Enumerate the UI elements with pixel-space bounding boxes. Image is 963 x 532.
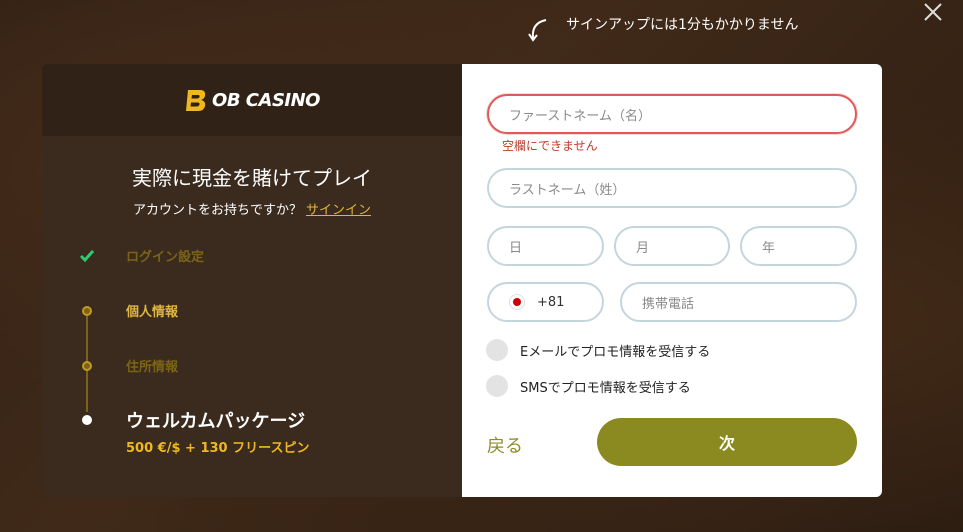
phone-placeholder: 携帯電話 bbox=[642, 296, 695, 312]
first-name-placeholder: ファーストネーム（名） bbox=[509, 108, 651, 124]
signup-hint-text: サインアップには1分もかかりません bbox=[566, 17, 799, 33]
close-icon[interactable] bbox=[921, 0, 945, 24]
headline: 実際に現金を賭けてプレイ bbox=[132, 166, 372, 190]
step-label: ログイン設定 bbox=[126, 250, 205, 265]
back-button[interactable]: 戻る bbox=[487, 432, 523, 458]
step-login-settings: ログイン設定 bbox=[78, 246, 204, 265]
logo-text: OB CASINO bbox=[212, 89, 320, 111]
country-code-value: +81 bbox=[537, 294, 565, 310]
step-address-info: 住所情報 bbox=[78, 356, 178, 375]
account-question: アカウントをお持ちですか？ bbox=[132, 203, 302, 218]
signup-modal: OB CASINO 実際に現金を賭けてプレイ アカウントをお持ちですか？ サインイ… bbox=[42, 64, 882, 497]
bob-casino-logo: OB CASINO bbox=[184, 87, 320, 113]
step-dot-icon bbox=[82, 415, 92, 425]
sms-promo-label: SMSでプロモ情報を受信する bbox=[520, 380, 691, 396]
step-dot-icon bbox=[82, 360, 92, 371]
logo-bar: OB CASINO bbox=[42, 64, 462, 136]
signup-hint: サインアップには1分もかかりません bbox=[528, 12, 799, 42]
form-panel: ファーストネーム（名） 空欄にできません ラストネーム（姓） 日 月 年 +81… bbox=[462, 64, 882, 497]
step-dot-icon bbox=[82, 305, 92, 316]
email-promo-checkbox[interactable]: Eメールでプロモ情報を受信する bbox=[486, 339, 710, 361]
step-label: 個人情報 bbox=[126, 305, 179, 320]
signin-link[interactable]: サインイン bbox=[306, 203, 371, 218]
welcome-bonus-text: 500 €/$ + 130 フリースピン bbox=[126, 441, 310, 456]
step-welcome-package: ウェルカムパッケージ bbox=[78, 407, 305, 433]
phone-input[interactable]: 携帯電話 bbox=[620, 282, 857, 322]
info-panel: OB CASINO 実際に現金を賭けてプレイ アカウントをお持ちですか？ サインイ… bbox=[42, 64, 462, 497]
step-label: ウェルカムパッケージ bbox=[126, 411, 306, 432]
birth-month-input[interactable]: 月 bbox=[614, 226, 730, 266]
year-placeholder: 年 bbox=[762, 240, 776, 256]
account-row: アカウントをお持ちですか？ サインイン bbox=[42, 199, 462, 218]
japan-flag-icon bbox=[509, 294, 525, 310]
checkbox-circle[interactable] bbox=[486, 375, 508, 397]
next-button[interactable]: 次 bbox=[597, 418, 857, 466]
first-name-input[interactable]: ファーストネーム（名） bbox=[487, 94, 857, 134]
birth-day-input[interactable]: 日 bbox=[487, 226, 604, 266]
checkbox-circle[interactable] bbox=[486, 339, 508, 361]
checkmark-icon bbox=[79, 249, 95, 262]
first-name-error: 空欄にできません bbox=[502, 139, 598, 153]
birth-year-input[interactable]: 年 bbox=[740, 226, 857, 266]
email-promo-label: Eメールでプロモ情報を受信する bbox=[520, 344, 711, 360]
logo-b-icon bbox=[186, 90, 206, 111]
last-name-input[interactable]: ラストネーム（姓） bbox=[487, 168, 857, 208]
last-name-placeholder: ラストネーム（姓） bbox=[509, 182, 626, 198]
curved-arrow-icon bbox=[528, 19, 547, 42]
step-label: 住所情報 bbox=[126, 360, 179, 375]
country-code-select[interactable]: +81 bbox=[487, 282, 604, 322]
day-placeholder: 日 bbox=[509, 240, 523, 256]
month-placeholder: 月 bbox=[636, 240, 650, 256]
step-personal-info: 個人情報 bbox=[78, 301, 178, 320]
sms-promo-checkbox[interactable]: SMSでプロモ情報を受信する bbox=[486, 375, 691, 397]
